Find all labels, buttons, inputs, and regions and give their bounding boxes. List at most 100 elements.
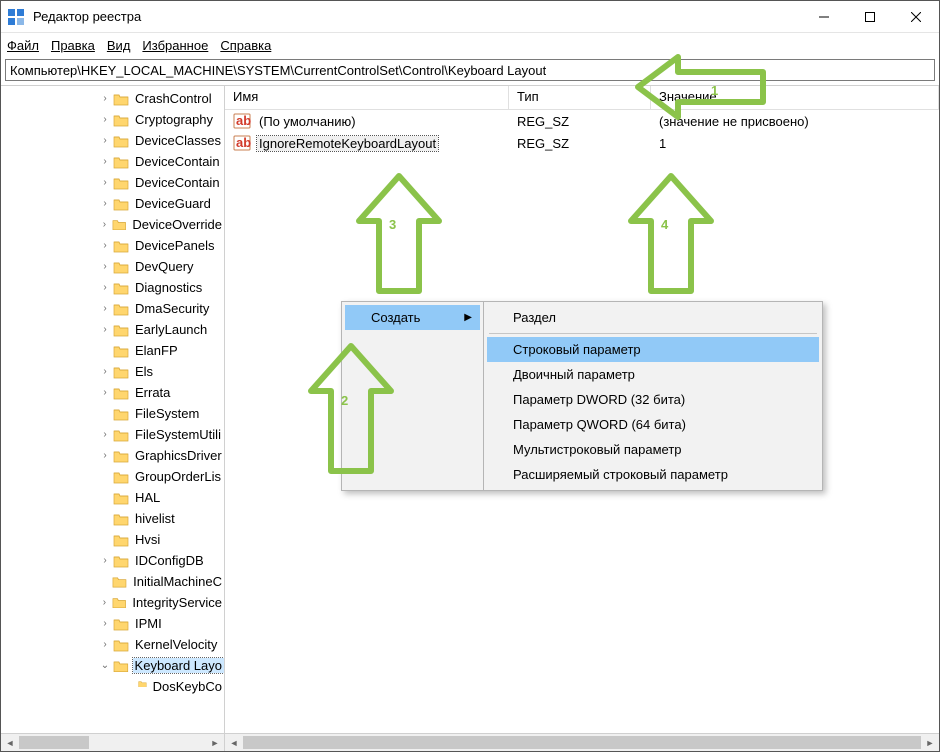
folder-icon: [113, 281, 129, 295]
chevron-right-icon[interactable]: ›: [99, 597, 110, 608]
column-value[interactable]: Значение: [651, 86, 939, 109]
folder-icon: [112, 575, 127, 589]
menu-favorites[interactable]: Избранное: [142, 38, 208, 53]
folder-icon: [112, 218, 127, 232]
ctx-item[interactable]: Параметр QWORD (64 бита): [487, 412, 819, 437]
scroll-thumb[interactable]: [243, 736, 921, 749]
tree-item[interactable]: ›hivelist: [1, 508, 224, 529]
tree-item[interactable]: ›FileSystem: [1, 403, 224, 424]
ctx-item-label: Параметр QWORD (64 бита): [513, 417, 686, 432]
menu-edit[interactable]: Правка: [51, 38, 95, 53]
tree-hscroll[interactable]: ◄ ►: [1, 733, 225, 751]
tree-item[interactable]: ›GroupOrderLis: [1, 466, 224, 487]
tree-item[interactable]: ›DeviceOverride: [1, 214, 224, 235]
tree-item[interactable]: ›DevicePanels: [1, 235, 224, 256]
address-bar[interactable]: Компьютер\HKEY_LOCAL_MACHINE\SYSTEM\Curr…: [5, 59, 935, 81]
scroll-left-icon[interactable]: ◄: [1, 734, 19, 751]
chevron-right-icon[interactable]: ›: [99, 240, 111, 251]
tree-item[interactable]: › DeviceContain: [1, 172, 224, 193]
minimize-button[interactable]: [801, 1, 847, 33]
chevron-right-icon[interactable]: ›: [99, 135, 111, 146]
tree-item-label: DeviceContain: [133, 154, 222, 169]
ctx-item-label: Строковый параметр: [513, 342, 641, 357]
scroll-thumb[interactable]: [19, 736, 89, 749]
folder-icon: [113, 407, 129, 421]
list-hscroll[interactable]: ◄ ►: [225, 733, 939, 751]
ctx-item[interactable]: Двоичный параметр: [487, 362, 819, 387]
tree-item[interactable]: › IPMI: [1, 613, 224, 634]
close-button[interactable]: [893, 1, 939, 33]
chevron-right-icon[interactable]: ›: [99, 324, 111, 335]
chevron-right-icon[interactable]: ›: [99, 198, 111, 209]
chevron-right-icon[interactable]: ›: [99, 261, 111, 272]
scroll-right-icon[interactable]: ►: [921, 734, 939, 751]
chevron-right-icon[interactable]: ›: [99, 93, 111, 104]
chevron-right-icon[interactable]: ›: [99, 303, 111, 314]
tree-item-label: IDConfigDB: [133, 553, 206, 568]
tree-item[interactable]: ›HAL: [1, 487, 224, 508]
maximize-button[interactable]: [847, 1, 893, 33]
tree-item[interactable]: › DevQuery: [1, 256, 224, 277]
tree-item[interactable]: ›FileSystemUtili: [1, 424, 224, 445]
svg-text:ab: ab: [236, 135, 251, 150]
registry-tree[interactable]: ›CrashControl›Cryptography›DeviceClasses…: [1, 86, 224, 733]
tree-item[interactable]: ›Cryptography: [1, 109, 224, 130]
chevron-right-icon[interactable]: ›: [99, 555, 111, 566]
tree-item[interactable]: ›GraphicsDriver: [1, 445, 224, 466]
tree-item[interactable]: ›InitialMachineC: [1, 571, 224, 592]
chevron-right-icon[interactable]: ›: [99, 114, 111, 125]
chevron-right-icon[interactable]: ›: [99, 282, 111, 293]
chevron-right-icon[interactable]: ›: [99, 366, 111, 377]
tree-item[interactable]: ›DeviceGuard: [1, 193, 224, 214]
tree-item[interactable]: ›KernelVelocity: [1, 634, 224, 655]
tree-item[interactable]: ›DosKeybCo: [1, 676, 224, 697]
tree-item-label: IPMI: [133, 616, 164, 631]
chevron-right-icon[interactable]: ›: [99, 156, 111, 167]
tree-item[interactable]: › IDConfigDB: [1, 550, 224, 571]
list-header: Имя Тип Значение: [225, 86, 939, 110]
ctx-item[interactable]: Мультистроковый параметр: [487, 437, 819, 462]
scroll-right-icon[interactable]: ►: [206, 734, 224, 751]
tree-item[interactable]: ›IntegrityService: [1, 592, 224, 613]
chevron-down-icon[interactable]: ⌄: [99, 660, 111, 671]
folder-icon: [113, 617, 129, 631]
ctx-create[interactable]: Создать ▶: [345, 305, 480, 330]
menu-view[interactable]: Вид: [107, 38, 131, 53]
folder-icon: [113, 554, 129, 568]
chevron-right-icon[interactable]: ›: [99, 618, 111, 629]
chevron-right-icon[interactable]: ›: [99, 639, 111, 650]
tree-item[interactable]: ›ElanFP: [1, 340, 224, 361]
column-type[interactable]: Тип: [509, 86, 651, 109]
column-name[interactable]: Имя: [225, 86, 509, 109]
value-name: (По умолчанию): [257, 114, 358, 129]
tree-item[interactable]: ›Hvsi: [1, 529, 224, 550]
chevron-right-icon[interactable]: ›: [99, 450, 111, 461]
tree-item-label: DevQuery: [133, 259, 196, 274]
tree-item[interactable]: ›Els: [1, 361, 224, 382]
ctx-item[interactable]: Раздел: [487, 305, 819, 330]
ctx-item[interactable]: Параметр DWORD (32 бита): [487, 387, 819, 412]
tree-item[interactable]: ›DeviceClasses: [1, 130, 224, 151]
tree-item[interactable]: ⌄Keyboard Layo: [1, 655, 224, 676]
menu-help[interactable]: Справка: [220, 38, 271, 53]
tree-item[interactable]: ›Diagnostics: [1, 277, 224, 298]
tree-item-label: DeviceContain: [133, 175, 222, 190]
tree-item[interactable]: ›CrashControl: [1, 88, 224, 109]
chevron-right-icon[interactable]: ›: [99, 429, 111, 440]
tree-item[interactable]: › DeviceContain: [1, 151, 224, 172]
menu-file[interactable]: Файл: [7, 38, 39, 53]
tree-item[interactable]: › DmaSecurity: [1, 298, 224, 319]
ctx-item[interactable]: Расширяемый строковый параметр: [487, 462, 819, 487]
chevron-right-icon[interactable]: ›: [99, 177, 111, 188]
chevron-right-icon[interactable]: ›: [99, 387, 111, 398]
folder-icon: [113, 428, 129, 442]
scroll-left-icon[interactable]: ◄: [225, 734, 243, 751]
tree-item[interactable]: ›Errata: [1, 382, 224, 403]
list-row[interactable]: ab(По умолчанию)REG_SZ(значение не присв…: [225, 110, 939, 132]
folder-icon: [113, 197, 129, 211]
tree-item-label: DmaSecurity: [133, 301, 211, 316]
list-row[interactable]: abIgnoreRemoteKeyboardLayoutREG_SZ1: [225, 132, 939, 154]
tree-item[interactable]: ›EarlyLaunch: [1, 319, 224, 340]
chevron-right-icon[interactable]: ›: [99, 219, 110, 230]
ctx-item[interactable]: Строковый параметр: [487, 337, 819, 362]
